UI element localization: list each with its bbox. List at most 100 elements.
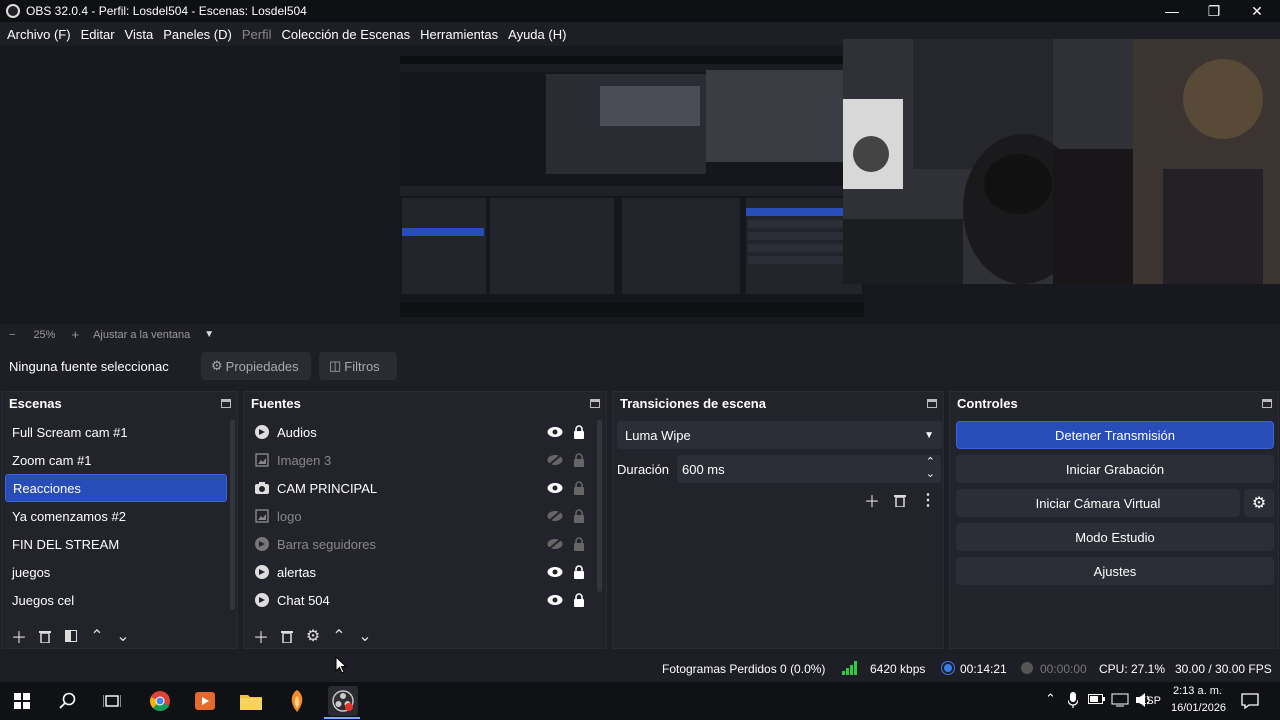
add-scene-icon[interactable]: ＋: [6, 624, 32, 648]
stream-time: 00:14:21: [960, 662, 1007, 676]
scene-item[interactable]: Full Scream cam #1: [5, 418, 227, 446]
unlock-icon[interactable]: [571, 480, 587, 496]
media-player-icon[interactable]: [190, 686, 220, 716]
start-virtual-camera-button[interactable]: Iniciar Cámara Virtual: [956, 489, 1240, 517]
close-button[interactable]: ✕: [1237, 0, 1277, 22]
duration-label: Duración: [617, 462, 670, 477]
restore-button[interactable]: ❐: [1194, 0, 1234, 22]
zoom-out-button[interactable]: −: [9, 329, 15, 341]
clock-date[interactable]: 16/01/2026: [1171, 702, 1226, 714]
move-down-icon[interactable]: ⌄: [352, 624, 378, 648]
chrome-icon[interactable]: [145, 686, 175, 716]
chevron-up-icon[interactable]: ⌃: [1045, 691, 1056, 707]
transition-select[interactable]: Luma Wipe ▼: [617, 421, 942, 449]
eye-off-icon[interactable]: [547, 452, 563, 468]
windows-start-icon[interactable]: [7, 686, 37, 716]
menu-paneles[interactable]: Paneles (D): [163, 27, 232, 42]
minimize-button[interactable]: —: [1152, 0, 1192, 22]
controls-dock: Controles Detener Transmisión Iniciar Gr…: [949, 391, 1279, 649]
stream-icon: [941, 661, 955, 678]
more-options-icon[interactable]: ⋮: [915, 488, 941, 512]
settings-button[interactable]: Ajustes: [956, 557, 1274, 585]
scene-item[interactable]: Juegos cel: [5, 586, 227, 614]
menu-vista[interactable]: Vista: [125, 27, 154, 42]
eye-icon[interactable]: [547, 564, 563, 580]
unlock-icon[interactable]: [571, 536, 587, 552]
microphone-icon[interactable]: [1067, 692, 1079, 711]
zoom-in-button[interactable]: +: [71, 327, 79, 342]
unlock-icon[interactable]: [571, 508, 587, 524]
undock-icon[interactable]: [1262, 398, 1272, 408]
scene-item-selected[interactable]: Reacciones: [5, 474, 227, 502]
sources-list: Audios Imagen 3 CAM PRINCIPAL logo Barra…: [247, 418, 592, 614]
menu-archivo[interactable]: Archivo (F): [7, 27, 71, 42]
menu-editar[interactable]: Editar: [81, 27, 115, 42]
eye-icon[interactable]: [547, 424, 563, 440]
chevron-down-icon[interactable]: ▼: [204, 329, 214, 340]
move-up-icon[interactable]: ⌃: [326, 624, 352, 648]
lock-icon[interactable]: [571, 424, 587, 440]
task-view-icon[interactable]: [97, 686, 127, 716]
remove-source-icon[interactable]: [274, 624, 300, 648]
menu-ayuda[interactable]: Ayuda (H): [508, 27, 566, 42]
menu-coleccion[interactable]: Colección de Escenas: [281, 27, 410, 42]
source-item[interactable]: CAM PRINCIPAL: [247, 474, 592, 502]
remove-scene-icon[interactable]: [32, 624, 58, 648]
search-icon[interactable]: [53, 686, 83, 716]
clock-time[interactable]: 2:13 a. m.: [1173, 685, 1222, 697]
source-label: CAM PRINCIPAL: [277, 480, 378, 496]
fl-studio-icon[interactable]: [282, 686, 312, 716]
lock-icon[interactable]: [571, 564, 587, 580]
scene-item[interactable]: Ya comenzamos #2: [5, 502, 227, 530]
undock-icon[interactable]: [221, 398, 231, 408]
scene-item[interactable]: FIN DEL STREAM: [5, 530, 227, 558]
undock-icon[interactable]: [927, 398, 937, 408]
transitions-dock: Transiciones de escena Luma Wipe ▼ Durac…: [612, 391, 944, 649]
network-icon[interactable]: [1111, 693, 1129, 710]
spin-arrows-icon[interactable]: ⌃ ⌄: [926, 456, 935, 480]
properties-button[interactable]: ⚙ Propiedades: [201, 352, 311, 380]
move-up-icon[interactable]: ⌃: [84, 624, 110, 648]
webcam-feed[interactable]: [843, 39, 1280, 284]
zoom-fit-label[interactable]: Ajustar a la ventana: [93, 329, 190, 341]
notifications-icon[interactable]: [1241, 693, 1259, 712]
eye-icon[interactable]: [547, 480, 563, 496]
camera-icon: [254, 480, 270, 496]
preview-screen-capture[interactable]: [400, 56, 864, 317]
obs-taskbar-icon[interactable]: [328, 686, 358, 716]
undock-icon[interactable]: [590, 398, 600, 408]
add-source-icon[interactable]: ＋: [248, 624, 274, 648]
battery-icon[interactable]: [1088, 693, 1106, 708]
source-item[interactable]: Chat 504: [247, 586, 592, 614]
move-down-icon[interactable]: ⌄: [110, 624, 136, 648]
eye-off-icon[interactable]: [547, 508, 563, 524]
duration-spinbox[interactable]: 600 ms ⌃ ⌄: [677, 455, 941, 483]
source-item[interactable]: Imagen 3: [247, 446, 592, 474]
scenes-scrollbar[interactable]: [230, 420, 235, 610]
bitrate: 6420 kbps: [870, 662, 926, 676]
start-recording-button[interactable]: Iniciar Grabación: [956, 455, 1274, 483]
menu-herramientas[interactable]: Herramientas: [420, 27, 498, 42]
source-properties-icon[interactable]: ⚙: [300, 624, 326, 648]
lock-icon[interactable]: [571, 592, 587, 608]
scene-filters-icon[interactable]: [58, 624, 84, 648]
eye-icon[interactable]: [547, 592, 563, 608]
source-item[interactable]: Audios: [247, 418, 592, 446]
file-explorer-icon[interactable]: [236, 686, 266, 716]
virtual-camera-settings-button[interactable]: ⚙: [1244, 489, 1274, 517]
unlock-icon[interactable]: [571, 452, 587, 468]
scene-item[interactable]: Zoom cam #1: [5, 446, 227, 474]
source-item[interactable]: Barra seguidores: [247, 530, 592, 558]
source-item[interactable]: alertas: [247, 558, 592, 586]
eye-off-icon[interactable]: [547, 536, 563, 552]
sources-scrollbar[interactable]: [597, 420, 602, 592]
stop-streaming-button[interactable]: Detener Transmisión: [956, 421, 1274, 449]
scene-item[interactable]: juegos: [5, 558, 227, 586]
source-item[interactable]: logo: [247, 502, 592, 530]
studio-mode-button[interactable]: Modo Estudio: [956, 523, 1274, 551]
remove-transition-icon[interactable]: [887, 488, 913, 512]
add-transition-icon[interactable]: ＋: [859, 488, 885, 512]
filters-button[interactable]: ◫ Filtros: [319, 352, 397, 380]
language-indicator[interactable]: ESP: [1139, 695, 1161, 707]
menu-perfil[interactable]: Perfil: [242, 27, 272, 42]
